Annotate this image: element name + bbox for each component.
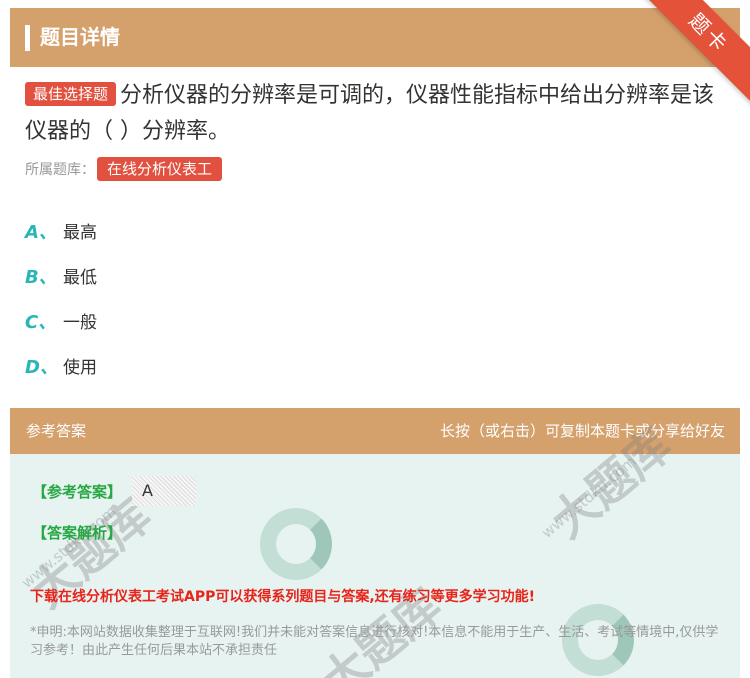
option-letter: B、 <box>25 266 57 288</box>
copy-share-hint: 长按（或右击）可复制本题卡或分享给好友 <box>439 422 725 440</box>
question-header: 题目详情 <box>10 8 740 67</box>
option-b[interactable]: B、 最低 <box>25 253 97 298</box>
source-bank-tag[interactable]: 在线分析仪表工 <box>97 157 223 181</box>
option-letter: A、 <box>25 221 57 243</box>
option-c[interactable]: C、 一般 <box>25 298 97 343</box>
option-letter: D、 <box>25 356 58 378</box>
question-text: 分析仪器的分辨率是可调的，仪器性能指标中给出分辨率是该仪器的（ ）分辨率。 <box>25 83 715 144</box>
option-list: A、 最高 B、 最低 C、 一般 D、 使用 <box>25 208 97 388</box>
reference-answer-image: A <box>132 476 196 506</box>
answer-analysis-label: 【答案解析】 <box>32 524 123 542</box>
question-source: 所属题库： 在线分析仪表工 <box>25 157 226 182</box>
watermark-logo-icon <box>260 508 332 580</box>
reference-answer-label: 【参考答案】 <box>32 483 123 501</box>
option-letter: C、 <box>25 311 57 333</box>
question-type-tag: 最佳选择题 <box>25 82 117 106</box>
option-a[interactable]: A、 最高 <box>25 208 97 253</box>
option-text: 一般 <box>63 313 97 333</box>
question-stem: 最佳选择题 分析仪器的分辨率是可调的，仪器性能指标中给出分辨率是该仪器的（ ）分辨… <box>25 78 725 150</box>
answer-header-title: 参考答案 <box>26 422 87 440</box>
header-accent-bar <box>25 25 30 51</box>
source-label: 所属题库： <box>25 162 95 178</box>
header-title: 题目详情 <box>40 25 120 49</box>
download-app-link[interactable]: 下载在线分析仪表工考试APP可以获得系列题目与答案,还有练习等更多学习功能! <box>30 586 535 606</box>
option-text: 最低 <box>63 268 97 288</box>
option-text: 最高 <box>63 223 97 243</box>
answer-section: 参考答案 长按（或右击）可复制本题卡或分享给好友 大题库 大题库 大题库 www… <box>10 408 740 678</box>
option-text: 使用 <box>63 358 97 378</box>
option-d[interactable]: D、 使用 <box>25 343 97 388</box>
disclaimer-text: *申明:本网站数据收集整理于互联网!我们并未能对答案信息进行核对!本信息不能用于… <box>30 625 719 658</box>
